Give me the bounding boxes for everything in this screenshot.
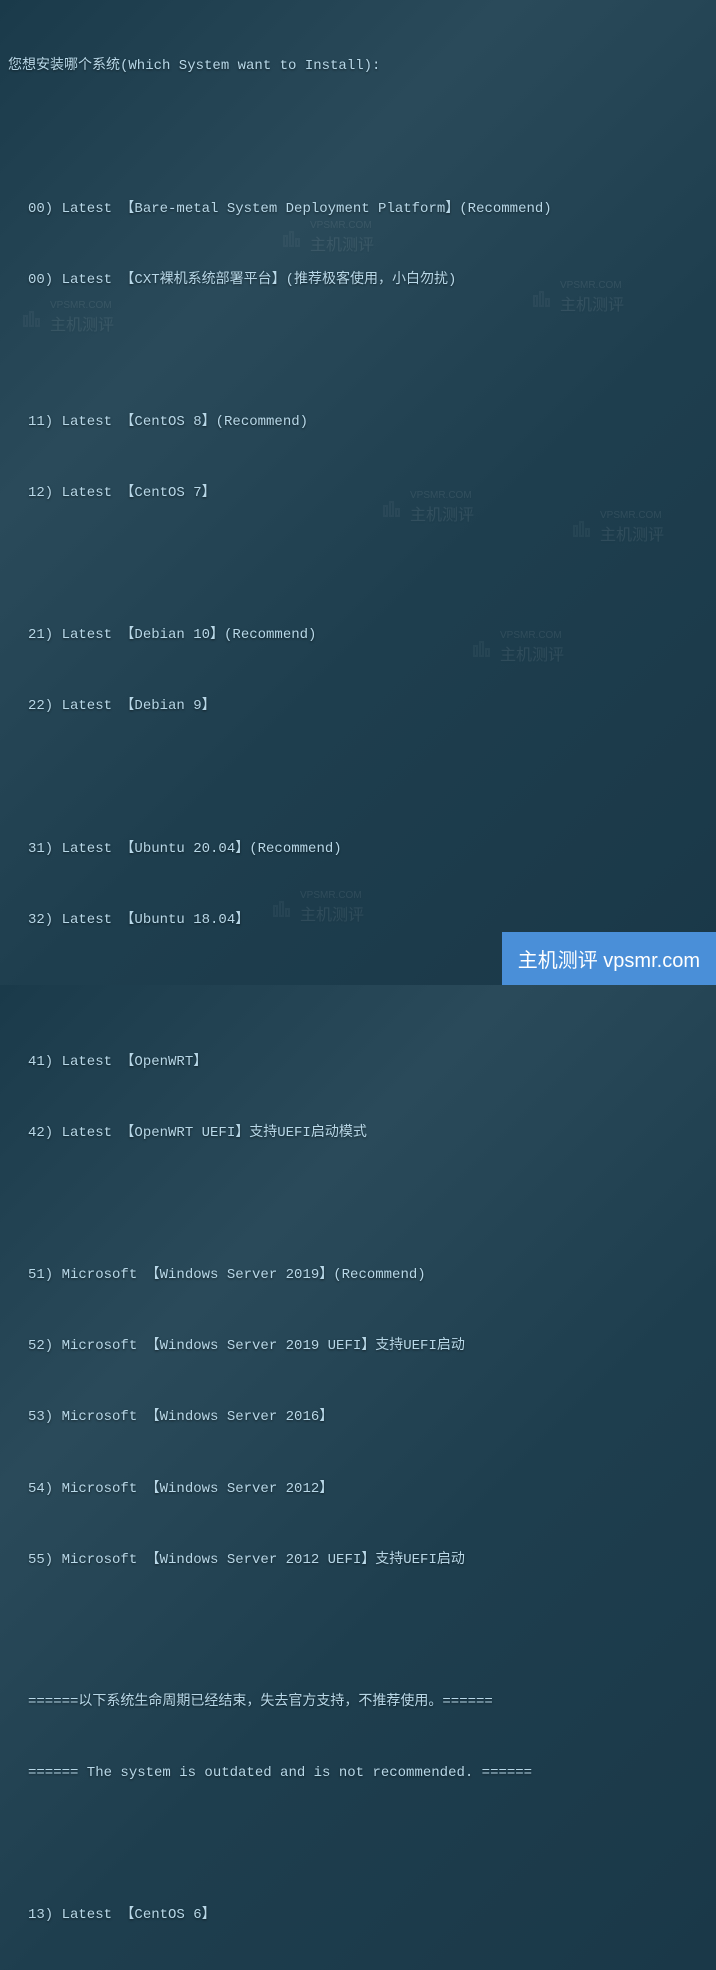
site-badge: 主机测评 vpsmr.com bbox=[502, 932, 716, 985]
menu-option: 00) Latest 【Bare-metal System Deployment… bbox=[0, 198, 716, 222]
menu-option: 52) Microsoft 【Windows Server 2019 UEFI】… bbox=[0, 1335, 716, 1359]
menu-option: 21) Latest 【Debian 10】(Recommend) bbox=[0, 624, 716, 648]
menu-option: 51) Microsoft 【Windows Server 2019】(Reco… bbox=[0, 1264, 716, 1288]
install-header: 您想安装哪个系统(Which System want to Install): bbox=[0, 55, 716, 79]
menu-option: 12) Latest 【CentOS 7】 bbox=[0, 482, 716, 506]
menu-option: 42) Latest 【OpenWRT UEFI】支持UEFI启动模式 bbox=[0, 1122, 716, 1146]
menu-option: 00) Latest 【CXT裸机系统部署平台】(推荐极客使用，小白勿扰) bbox=[0, 269, 716, 293]
terminal-output: 您想安装哪个系统(Which System want to Install): … bbox=[0, 0, 716, 1970]
menu-option: 32) Latest 【Ubuntu 18.04】 bbox=[0, 909, 716, 933]
menu-option: 11) Latest 【CentOS 8】(Recommend) bbox=[0, 411, 716, 435]
menu-option: 13) Latest 【CentOS 6】 bbox=[0, 1904, 716, 1928]
menu-option: 41) Latest 【OpenWRT】 bbox=[0, 1051, 716, 1075]
menu-option: 31) Latest 【Ubuntu 20.04】(Recommend) bbox=[0, 838, 716, 862]
menu-option: 53) Microsoft 【Windows Server 2016】 bbox=[0, 1406, 716, 1430]
menu-option: 22) Latest 【Debian 9】 bbox=[0, 695, 716, 719]
outdated-header-cn: ======以下系统生命周期已经结束，失去官方支持，不推荐使用。====== bbox=[0, 1691, 716, 1715]
menu-option: 55) Microsoft 【Windows Server 2012 UEFI】… bbox=[0, 1549, 716, 1573]
outdated-header-en: ====== The system is outdated and is not… bbox=[0, 1762, 716, 1786]
badge-text: 主机测评 vpsmr.com bbox=[518, 944, 700, 973]
menu-option: 54) Microsoft 【Windows Server 2012】 bbox=[0, 1478, 716, 1502]
